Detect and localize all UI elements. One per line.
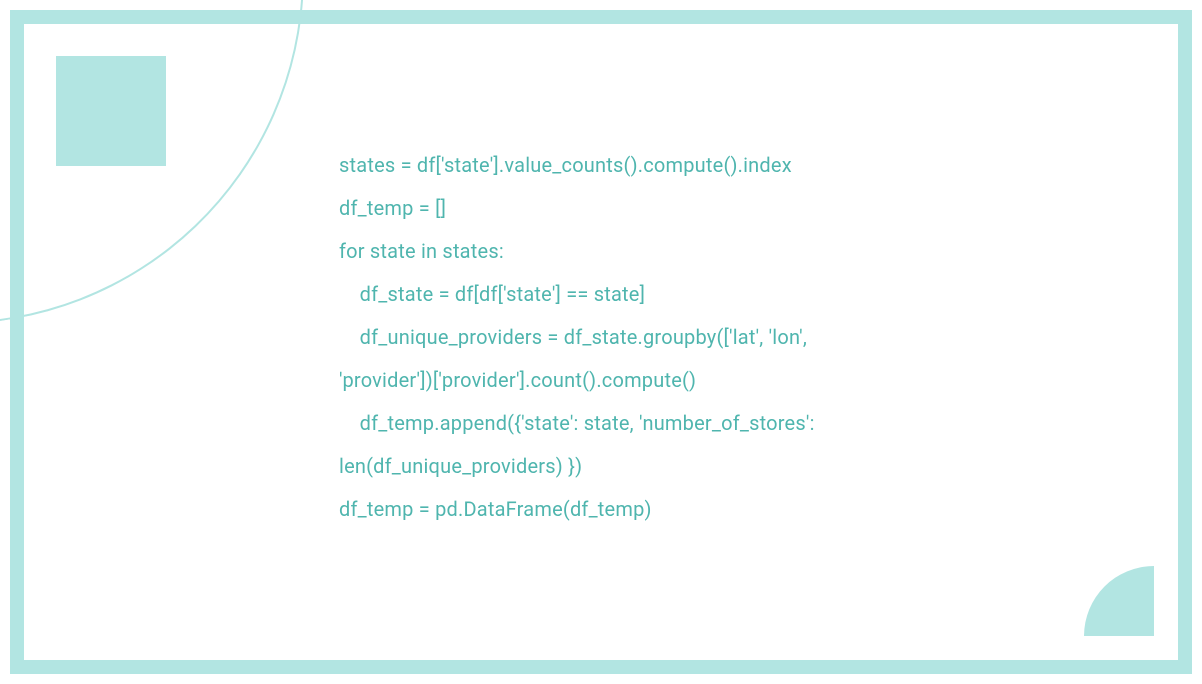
code-line: states = df['state'].value_counts().comp… [339,153,792,177]
decorative-arc [0,0,359,379]
code-line: df_temp = pd.DataFrame(df_temp) [339,497,652,521]
code-line: df_temp = [] [339,196,446,220]
code-line: df_unique_providers = df_state.groupby([… [339,325,812,392]
corner-quarter-circle [1084,566,1154,636]
code-line: for state in states: [339,239,504,263]
code-content: states = df['state'].value_counts().comp… [339,144,899,531]
slide-border: states = df['state'].value_counts().comp… [10,10,1192,674]
decorative-square [56,56,166,166]
code-line: df_temp.append({'state': state, 'number_… [339,411,820,478]
code-line: df_state = df[df['state'] == state] [339,282,645,306]
